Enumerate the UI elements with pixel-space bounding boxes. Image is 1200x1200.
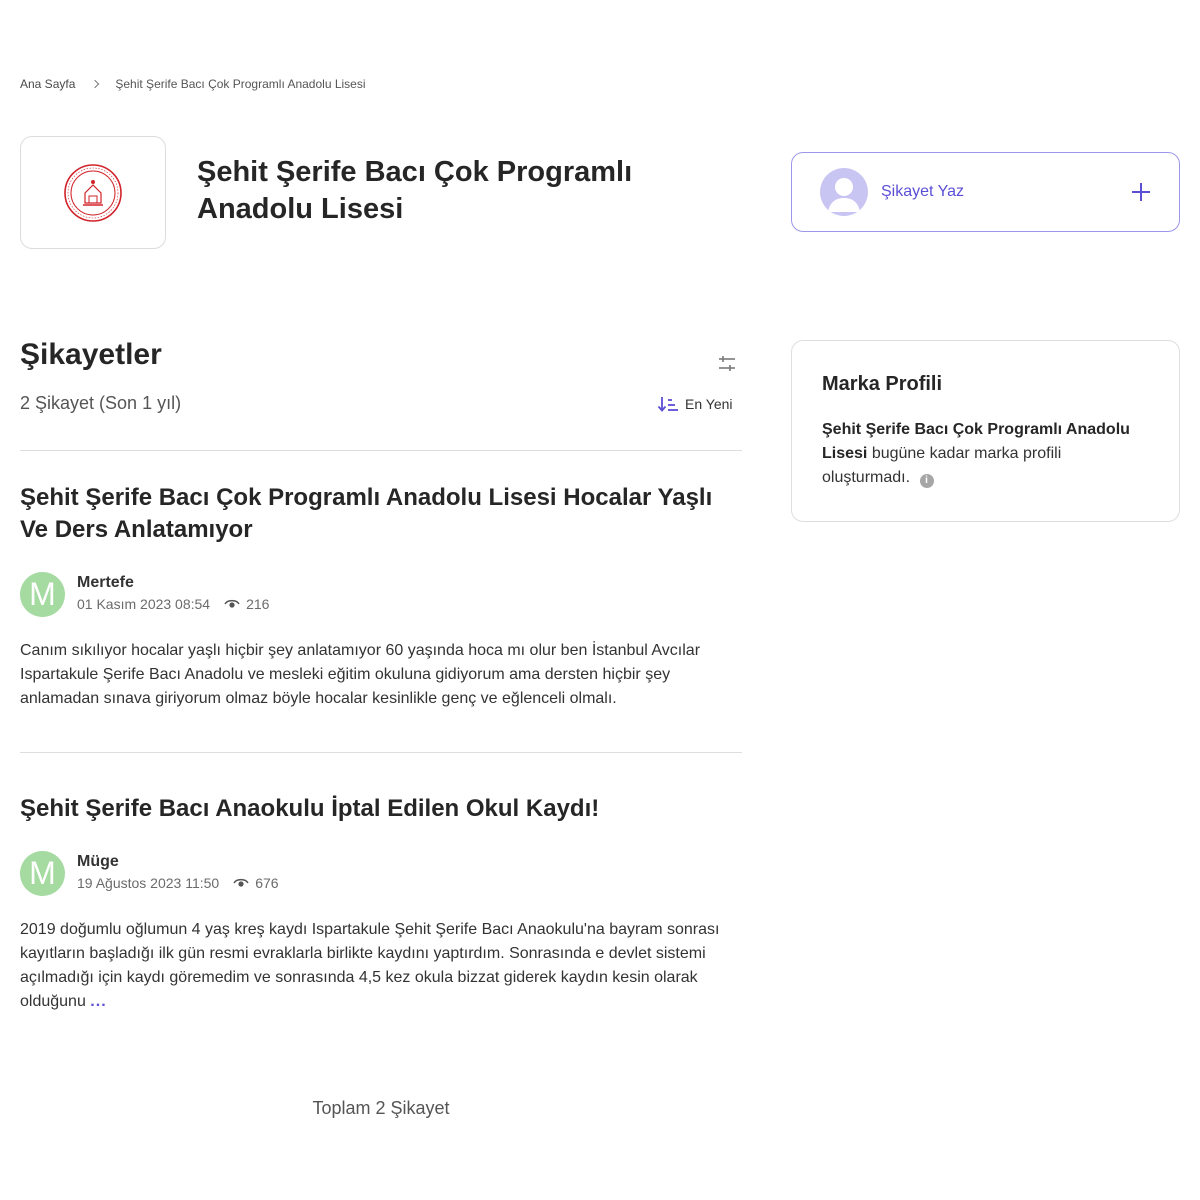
brand-profile-title: Marka Profili xyxy=(822,373,943,395)
avatar: M xyxy=(20,572,65,617)
sort-dropdown[interactable]: En Yeni xyxy=(657,395,733,413)
complaint-user[interactable]: Mertefe xyxy=(77,574,134,592)
sort-label: En Yeni xyxy=(685,396,733,412)
complaint-date: 19 Ağustos 2023 11:50 xyxy=(77,875,220,891)
complaint-body[interactable]: Canım sıkılıyor hocalar yaşlı hiçbir şey… xyxy=(20,639,740,711)
complaint-title[interactable]: Şehit Şerife Bacı Çok Programlı Anadolu … xyxy=(20,482,742,546)
company-title: Şehit Şerife Bacı Çok Programlı Anadolu … xyxy=(197,156,633,225)
eye-icon xyxy=(233,878,249,887)
complaint-date: 01 Kasım 2023 08:54 xyxy=(77,596,211,612)
complaint-title[interactable]: Şehit Şerife Bacı Anaokulu İptal Edilen … xyxy=(20,793,742,825)
total-complaints: Toplam 2 Şikayet xyxy=(312,1098,450,1118)
breadcrumb-home-link[interactable]: Ana Sayfa xyxy=(20,77,75,91)
read-more-link[interactable]: ... xyxy=(90,993,106,1010)
brand-profile-card: Marka Profili Şehit Şerife Bacı Çok Prog… xyxy=(791,340,1180,522)
complaint-views: 216 xyxy=(246,596,270,612)
breadcrumb: Ana Sayfa Şehit Şerife Bacı Çok Programl… xyxy=(20,77,366,91)
breadcrumb-current: Şehit Şerife Bacı Çok Programlı Anadolu … xyxy=(115,77,366,91)
complaint-views: 676 xyxy=(255,875,279,891)
write-complaint-label: Şikayet Yaz xyxy=(881,183,965,200)
complaint-body-text: 2019 doğumlu oğlumun 4 yaş kreş kaydı Is… xyxy=(20,921,720,1010)
sort-descending-icon xyxy=(657,397,678,412)
complaint-meta: 01 Kasım 2023 08:54 216 xyxy=(77,596,269,612)
complaints-title: Şikayetler xyxy=(20,338,162,371)
complaint-body[interactable]: 2019 doğumlu oğlumun 4 yaş kreş kaydı Is… xyxy=(20,918,740,1014)
complaint-user[interactable]: Müge xyxy=(77,853,119,871)
write-complaint-button[interactable]: Şikayet Yaz xyxy=(791,152,1180,232)
divider xyxy=(20,450,742,451)
complaints-count: 2 Şikayet (Son 1 yıl) xyxy=(20,393,182,413)
eye-icon xyxy=(224,599,240,608)
info-icon[interactable]: i xyxy=(919,474,934,488)
divider xyxy=(20,752,742,753)
company-logo xyxy=(20,136,166,249)
brand-profile-text: Şehit Şerife Bacı Çok Programlı Anadolu … xyxy=(822,418,1149,490)
complaint-meta: 19 Ağustos 2023 11:50 676 xyxy=(77,875,279,891)
plus-icon xyxy=(1131,182,1151,202)
user-avatar-icon xyxy=(820,168,868,216)
filter-icon[interactable] xyxy=(716,353,738,375)
chevron-right-icon xyxy=(91,79,101,89)
avatar: M xyxy=(20,851,65,896)
meb-seal-icon xyxy=(64,163,122,222)
